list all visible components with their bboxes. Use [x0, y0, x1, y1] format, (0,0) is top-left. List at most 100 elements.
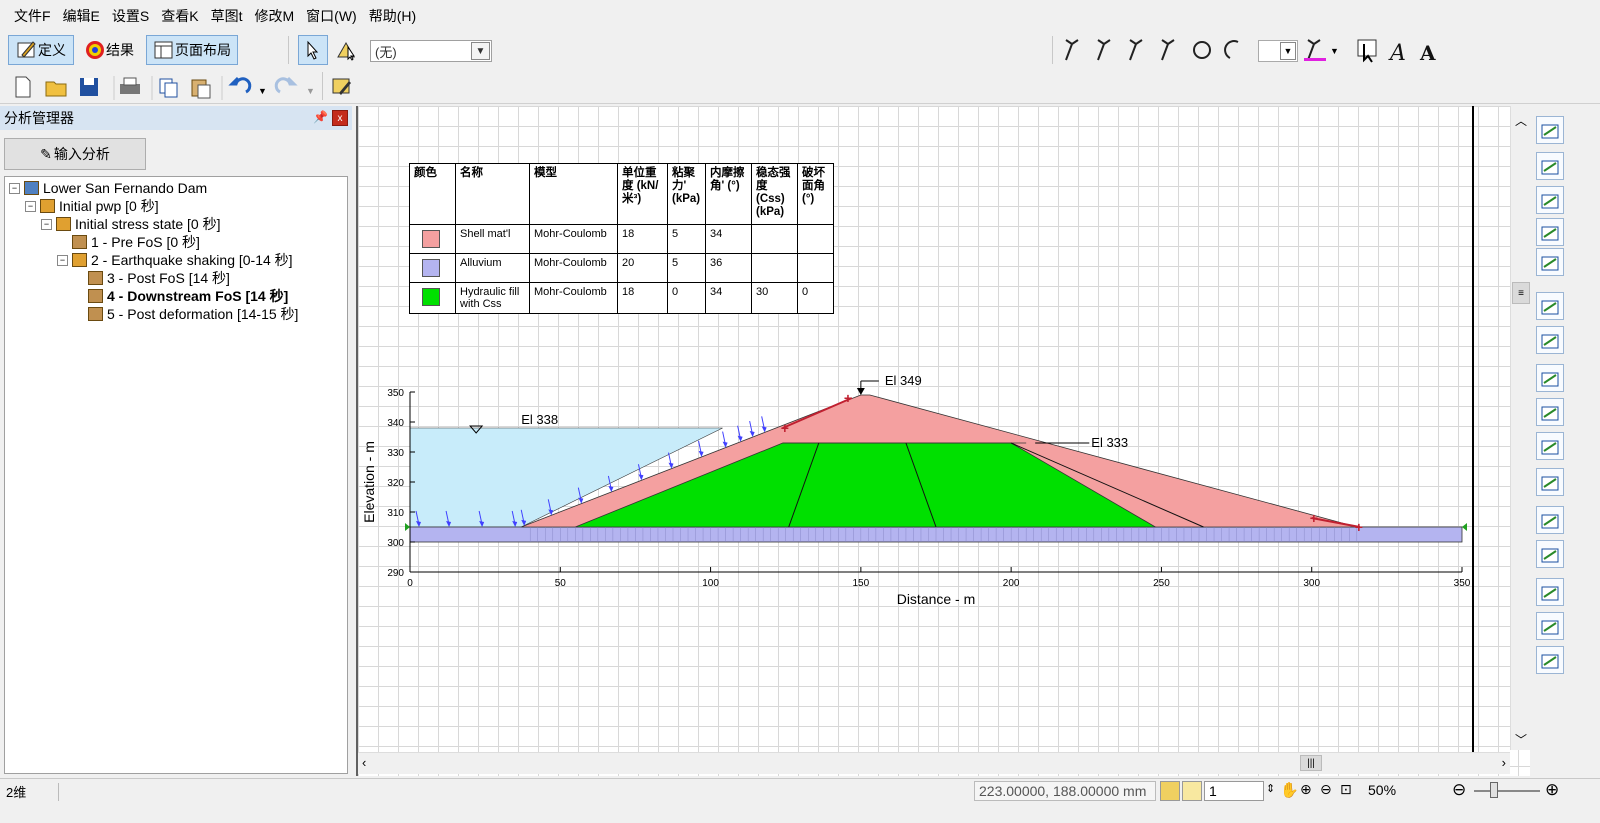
- zoom-slider-thumb[interactable]: [1490, 782, 1498, 798]
- sensor-icon[interactable]: [1536, 578, 1564, 606]
- menu-item-7[interactable]: 帮助(H): [363, 0, 422, 32]
- grid-icon[interactable]: [1182, 781, 1202, 801]
- table-cell-css: 30: [751, 282, 798, 314]
- chevron-down-icon[interactable]: ▼: [1280, 42, 1296, 60]
- select-region-icon: [336, 39, 358, 61]
- zoom-slider[interactable]: [1474, 790, 1540, 792]
- wave-icon[interactable]: [1536, 506, 1564, 534]
- chevron-up-icon[interactable]: ︿: [1515, 112, 1527, 129]
- mesh-icon[interactable]: [1536, 326, 1564, 354]
- view-combo[interactable]: (无) ▼: [370, 40, 492, 62]
- slip-marker: +: [781, 420, 789, 436]
- select-tool-button[interactable]: [298, 35, 328, 65]
- menu-item-2[interactable]: 设置S: [106, 0, 155, 32]
- collapse-icon[interactable]: −: [25, 200, 36, 212]
- menu-item-5[interactable]: 修改M: [248, 0, 300, 32]
- snap-icon[interactable]: [1160, 781, 1180, 801]
- chevron-down-icon[interactable]: ﹀: [1515, 731, 1527, 748]
- grid-mesh-icon[interactable]: [1536, 292, 1564, 320]
- level-input[interactable]: 1: [1204, 781, 1264, 801]
- page-layout-button[interactable]: 页面布局: [146, 35, 238, 65]
- collapse-icon[interactable]: −: [41, 218, 52, 230]
- x-tick-label: 250: [1153, 578, 1170, 589]
- tree-item[interactable]: 5 - Post deformation [14-15 秒]: [73, 305, 298, 323]
- horizontal-scrollbar[interactable]: ‹ ||| ›: [358, 752, 1510, 774]
- number-icon[interactable]: [1536, 186, 1564, 214]
- close-icon[interactable]: x: [332, 110, 348, 126]
- tree-item[interactable]: − 2 - Earthquake shaking [0-14 秒]: [57, 251, 293, 269]
- arrow-icon[interactable]: [1536, 468, 1564, 496]
- point-icon[interactable]: [1536, 218, 1564, 246]
- results-button[interactable]: 结果: [76, 35, 142, 65]
- table-cell-model: Mohr-Coulomb: [529, 282, 618, 314]
- vertical-scrollbar[interactable]: ︿ ≡ ﹀: [1510, 106, 1530, 750]
- tree-item[interactable]: 3 - Post FoS [14 秒]: [73, 269, 230, 287]
- annotation-tools[interactable]: ▼ A A: [1302, 36, 1452, 64]
- boundary-icon[interactable]: [1536, 398, 1564, 426]
- select-region-button[interactable]: [332, 35, 362, 65]
- table-row: Hydraulic fill with Css Mohr-Coulomb 18 0 34…: [409, 282, 834, 314]
- tree-item[interactable]: − Lower San Fernando Dam: [9, 179, 207, 197]
- tree-item[interactable]: − Initial stress state [0 秒]: [41, 215, 221, 233]
- print-icon: [120, 77, 140, 94]
- boundary-marker: [1462, 523, 1467, 531]
- menu-item-4[interactable]: 草图t: [205, 0, 249, 32]
- menu-item-3[interactable]: 查看K: [155, 0, 204, 32]
- column-header: 粘聚力' (kPa): [667, 163, 706, 225]
- draw-region-icon[interactable]: [1536, 152, 1564, 180]
- table-cell-weight: 18: [617, 282, 668, 314]
- zoom-minus-icon[interactable]: ⊖: [1452, 780, 1466, 800]
- menu-bar: 文件F 编辑E 设置S 查看K 草图t 修改M 窗口(W) 帮助(H): [0, 0, 1600, 32]
- zoom-plus-icon[interactable]: ⊕: [1545, 780, 1559, 800]
- water-icon[interactable]: [1536, 540, 1564, 568]
- point-number-icon[interactable]: [1536, 248, 1564, 276]
- sketch-tools[interactable]: [1060, 36, 1250, 64]
- x-tick-label: 100: [702, 578, 719, 589]
- edit-mode-button[interactable]: [328, 71, 356, 101]
- menu-item-0[interactable]: 文件F: [8, 0, 57, 32]
- y-tick-label: 320: [387, 478, 404, 489]
- stepper-icon[interactable]: ⇕: [1266, 782, 1275, 795]
- input-analysis-button[interactable]: ✎ 输入分析: [4, 138, 146, 170]
- tree-item[interactable]: 1 - Pre FoS [0 秒]: [57, 233, 200, 251]
- color-cell: [409, 224, 456, 254]
- define-button[interactable]: 定义: [8, 35, 74, 65]
- scroll-thumb[interactable]: ≡: [1512, 282, 1530, 304]
- axis-icon[interactable]: [1536, 612, 1564, 640]
- menu-item-1[interactable]: 编辑E: [57, 0, 106, 32]
- column-header: 名称: [455, 163, 530, 225]
- view-icon[interactable]: [1536, 646, 1564, 674]
- svg-text:▼: ▼: [1330, 46, 1339, 56]
- color-cell: [409, 253, 456, 283]
- chevron-down-icon[interactable]: ▼: [471, 42, 490, 60]
- line-style-combo[interactable]: ▼: [1258, 40, 1298, 62]
- copy-icon: [159, 78, 178, 98]
- add-region-icon[interactable]: [1536, 364, 1564, 392]
- slip-marker: +: [1310, 510, 1318, 526]
- chevron-right-icon[interactable]: ›: [1502, 755, 1506, 770]
- menu-item-6[interactable]: 窗口(W): [300, 0, 363, 32]
- analysis-node-icon: [88, 307, 103, 321]
- y-tick-label: 330: [387, 448, 404, 459]
- new-file-icon: [15, 76, 31, 98]
- y-tick-label: 340: [387, 418, 404, 429]
- color-swatch: [422, 230, 440, 248]
- pan-hand-icon[interactable]: ✋: [1280, 781, 1299, 799]
- pin-icon[interactable]: 📌: [313, 110, 328, 124]
- table-cell-cohesion: 0: [667, 282, 706, 314]
- zoom-fit-icon[interactable]: ⊡: [1340, 781, 1352, 798]
- tree-item-label: 4 - Downstream FoS [14 秒]: [107, 288, 289, 304]
- tree-item[interactable]: 4 - Downstream FoS [14 秒]: [73, 287, 288, 305]
- formula-icon[interactable]: [1536, 116, 1564, 144]
- file-tools[interactable]: ▼ ▼: [10, 74, 350, 100]
- analysis-tree: − Lower San Fernando Dam − Initial pwp [0 秒…: [4, 176, 348, 774]
- scroll-thumb[interactable]: |||: [1300, 755, 1322, 771]
- zoom-in-icon[interactable]: ⊕: [1300, 781, 1312, 798]
- collapse-icon[interactable]: −: [9, 182, 20, 194]
- slope-icon[interactable]: [1536, 432, 1564, 460]
- collapse-icon[interactable]: −: [57, 254, 68, 266]
- chevron-left-icon[interactable]: ‹: [362, 755, 366, 770]
- tree-item[interactable]: − Initial pwp [0 秒]: [25, 197, 159, 215]
- zoom-out-icon[interactable]: ⊖: [1320, 781, 1332, 798]
- y-axis-label: Elevation - m: [361, 441, 377, 523]
